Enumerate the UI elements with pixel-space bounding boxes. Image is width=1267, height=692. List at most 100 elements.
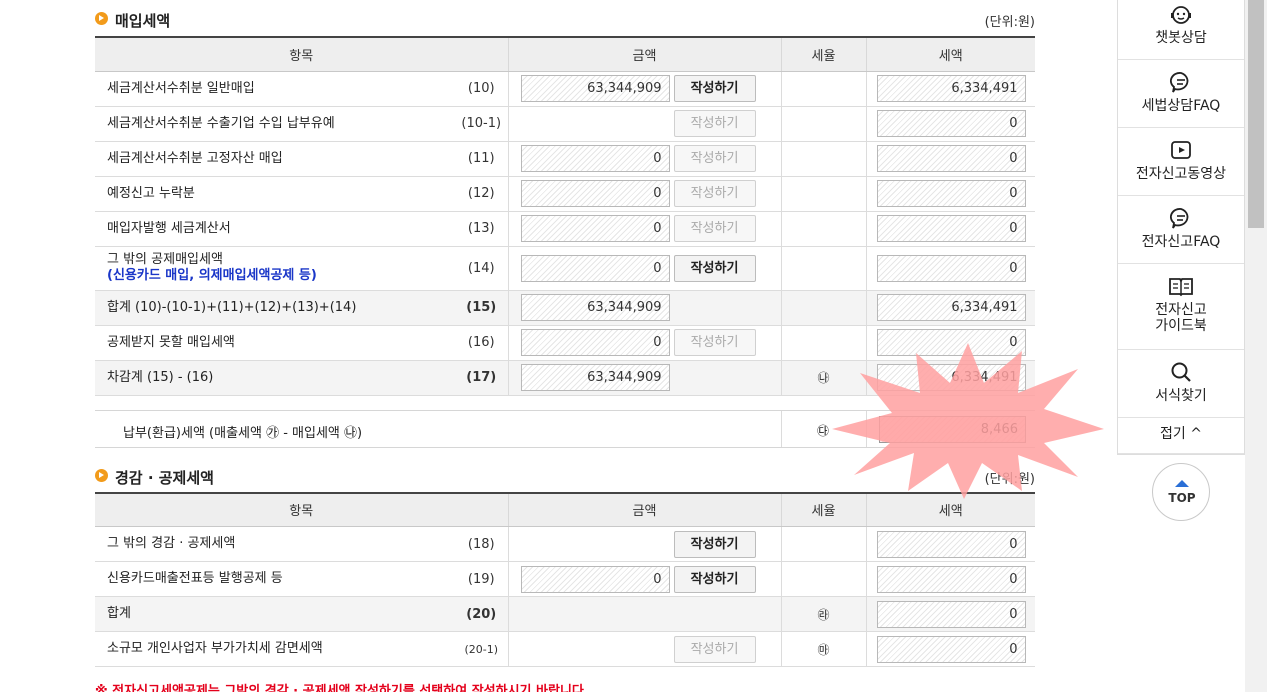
- row-code: (13): [455, 211, 509, 247]
- header-rate: 세율: [780, 37, 867, 72]
- table-row: 신용카드매출전표등 발행공제 등 (19) 0 작성하기 0: [95, 561, 1036, 597]
- row-label: 공제받지 못할 매입세액: [95, 325, 455, 361]
- table-row: 세금계산서수취분 수출기업 수입 납부유예 (10-1) 작성하기 0: [95, 106, 1036, 142]
- sidebar-item-guidebook[interactable]: 전자신고 가이드북: [1118, 264, 1244, 350]
- table-row: 매입자발행 세금계산서 (13) 0 작성하기 0: [95, 211, 1036, 247]
- section-title: 매입세액: [115, 12, 171, 30]
- tax-field[interactable]: 0: [876, 530, 1026, 558]
- section-bullet-icon: [95, 12, 108, 25]
- row-code: (20-1): [455, 631, 509, 667]
- amount-field[interactable]: 0: [520, 254, 670, 282]
- tax-field[interactable]: 0: [876, 565, 1026, 593]
- write-button[interactable]: 작성하기: [673, 530, 756, 558]
- row-label: 합계 (10)-(10-1)+(11)+(12)+(13)+(14): [95, 290, 455, 326]
- rate-mark: ㉯: [780, 360, 867, 396]
- row-code: (16): [455, 325, 509, 361]
- table-row: 예정신고 누락분 (12) 0 작성하기 0: [95, 176, 1036, 212]
- tax-field[interactable]: 0: [876, 329, 1026, 356]
- tax-field[interactable]: 0: [876, 635, 1026, 663]
- write-button[interactable]: 작성하기: [673, 329, 756, 356]
- sidebar-item-chatbot[interactable]: 챗봇상담: [1118, 0, 1244, 60]
- purchase-tax-section-header: 매입세액 (단위:원): [95, 0, 1035, 36]
- tax-field[interactable]: 6,334,491: [876, 75, 1026, 102]
- row-sublabel: (신용카드 매입, 의제매입세액공제 등): [107, 268, 317, 283]
- sidebar-item-video[interactable]: 전자신고동영상: [1118, 128, 1244, 196]
- tax-field[interactable]: 0: [876, 215, 1026, 242]
- row-label: 신용카드매출전표등 발행공제 등: [95, 561, 455, 597]
- rate-cell: [780, 290, 867, 326]
- sidebar-item-form-search[interactable]: 서식찾기: [1118, 350, 1244, 418]
- reduction-section-header: 경감 · 공제세액 (단위:원): [95, 464, 1035, 500]
- rate-mark: ㉲: [780, 631, 867, 667]
- amount-field[interactable]: 0: [520, 565, 670, 593]
- row-label: 그 밖의 경감 · 공제세액: [95, 526, 455, 562]
- section-title: 경감 · 공제세액: [115, 468, 214, 487]
- write-button[interactable]: 작성하기: [673, 635, 756, 663]
- sidebar-item-label: 전자신고FAQ: [1141, 234, 1221, 250]
- row-code: (19): [455, 561, 509, 597]
- header-amount: 금액: [507, 37, 782, 72]
- rate-cell: [780, 246, 867, 291]
- row-code: (17): [455, 360, 509, 396]
- payment-label: 납부(환급)세액 (매출세액 ㉮ - 매입세액 ㉯): [123, 425, 363, 441]
- write-button[interactable]: 작성하기: [673, 254, 756, 282]
- row-code: (14): [455, 246, 509, 291]
- amount-field[interactable]: 0: [520, 145, 670, 172]
- table-header-row: 항목 금액 세율 세액: [95, 37, 1036, 72]
- write-button[interactable]: 작성하기: [673, 180, 756, 207]
- amount-field: 63,344,909: [520, 364, 670, 391]
- reduction-tax-table: 항목 금액 세율 세액 그 밖의 경감 · 공제세액 (18) 작성하기 0 신…: [95, 491, 1036, 667]
- rate-cell: [780, 211, 867, 247]
- table-row-subtotal: 차감계 (15) - (16) (17) 63,344,909 ㉯ 6,334,…: [95, 360, 1036, 396]
- quick-menu-sidebar: 챗봇상담 세법상담FAQ 전자신고동영상 전자신고FAQ 전자신고 가이드북 서…: [1117, 0, 1245, 455]
- section-bullet-icon: [95, 468, 108, 482]
- scrollbar-thumb[interactable]: [1248, 0, 1264, 228]
- row-label-group: 그 밖의 공제매입세액 (신용카드 매입, 의제매입세액공제 등): [95, 246, 455, 291]
- sidebar-collapse-button[interactable]: 접기 ^: [1118, 418, 1244, 454]
- purchase-tax-table: 항목 금액 세율 세액 세금계산서수취분 일반매입 (10) 63,344,90…: [95, 36, 1036, 396]
- amount-field[interactable]: 63,344,909: [520, 75, 670, 102]
- tax-field[interactable]: 0: [876, 254, 1026, 282]
- row-label: 세금계산서수취분 일반매입: [95, 71, 455, 107]
- row-label: 그 밖의 공제매입세액: [107, 252, 223, 267]
- write-button[interactable]: 작성하기: [673, 565, 756, 593]
- tax-field[interactable]: 0: [876, 110, 1026, 137]
- scroll-top-button[interactable]: TOP: [1152, 463, 1210, 521]
- row-label: 차감계 (15) - (16): [95, 360, 455, 396]
- chat-bubble-icon: [1170, 72, 1189, 93]
- play-video-icon: [1171, 141, 1191, 159]
- rate-cell: [780, 71, 867, 107]
- write-button[interactable]: 작성하기: [673, 215, 756, 242]
- rate-mark: ㉱: [780, 596, 867, 632]
- rate-cell: [780, 561, 867, 597]
- header-tax: 세액: [865, 37, 1036, 72]
- row-label: 예정신고 누락분: [95, 176, 455, 212]
- unit-label: (단위:원): [984, 15, 1035, 30]
- tax-field: 0: [876, 600, 1026, 628]
- row-code: (10): [455, 71, 509, 107]
- amount-field[interactable]: 0: [520, 180, 670, 207]
- top-label: TOP: [1168, 491, 1196, 505]
- tax-field[interactable]: 0: [876, 180, 1026, 207]
- row-code: (18): [455, 526, 509, 562]
- rate-cell: [780, 176, 867, 212]
- tax-form-main: 매입세액 (단위:원) 항목 금액 세율 세액 세금계산서수취분 일반매입 (1…: [95, 0, 1036, 667]
- sidebar-item-label: 챗봇상담: [1155, 30, 1207, 46]
- amount-field[interactable]: 0: [520, 215, 670, 242]
- rate-cell: [780, 325, 867, 361]
- write-button[interactable]: 작성하기: [673, 110, 756, 137]
- row-code: (15): [455, 290, 509, 326]
- table-row-total: 합계 (20) ㉱ 0: [95, 596, 1036, 632]
- tax-field[interactable]: 0: [876, 145, 1026, 172]
- write-button[interactable]: 작성하기: [673, 75, 756, 102]
- payment-mark: ㉰: [816, 423, 829, 438]
- write-button[interactable]: 작성하기: [673, 145, 756, 172]
- sidebar-item-efile-faq[interactable]: 전자신고FAQ: [1118, 196, 1244, 264]
- rate-cell: [780, 526, 867, 562]
- sidebar-item-tax-faq[interactable]: 세법상담FAQ: [1118, 60, 1244, 128]
- table-row: 소규모 개인사업자 부가가치세 감면세액 (20-1) 작성하기 ㉲ 0: [95, 631, 1036, 667]
- page-scrollbar[interactable]: [1245, 0, 1267, 692]
- unit-label: (단위:원): [984, 471, 1035, 487]
- sidebar-item-label: 서식찾기: [1155, 388, 1207, 404]
- amount-field[interactable]: 0: [520, 329, 670, 356]
